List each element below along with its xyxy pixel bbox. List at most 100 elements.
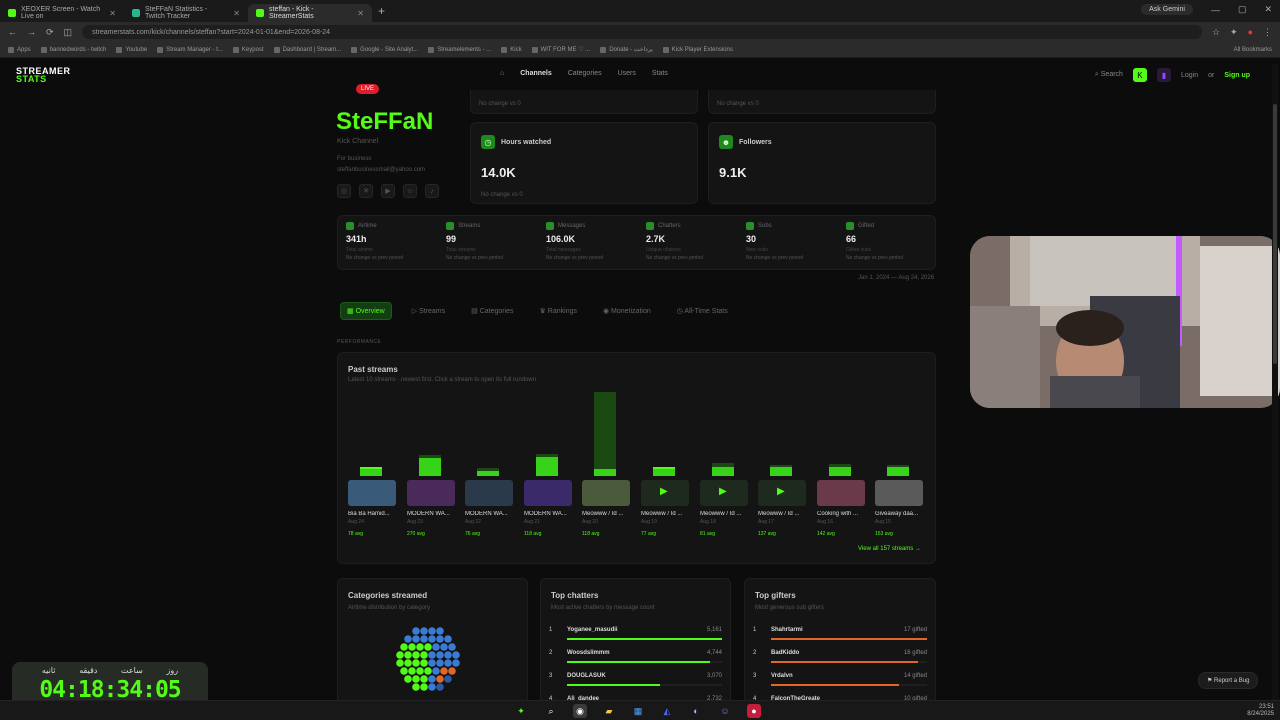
date-range[interactable]: Jan 1, 2024 — Aug 24, 2026 bbox=[858, 275, 934, 281]
bookmark-item[interactable]: Apps bbox=[8, 46, 31, 53]
list-item[interactable]: 2 BadKiddo 16 gifted bbox=[745, 650, 935, 673]
stream-bar[interactable] bbox=[712, 463, 734, 476]
browser-tab-1[interactable]: SteFFaN Statistics - Twitch Tracker ✕ bbox=[124, 4, 248, 22]
category-bubble[interactable] bbox=[404, 635, 412, 643]
category-bubble[interactable] bbox=[440, 667, 448, 675]
category-bubble[interactable] bbox=[396, 651, 404, 659]
category-bubble[interactable] bbox=[428, 675, 436, 683]
category-bubble[interactable] bbox=[412, 651, 420, 659]
forward-icon[interactable]: → bbox=[27, 27, 36, 37]
kick-platform-toggle-icon[interactable]: K bbox=[1132, 68, 1147, 82]
category-bubble[interactable] bbox=[424, 643, 432, 651]
category-bubble[interactable] bbox=[416, 643, 424, 651]
category-bubble[interactable] bbox=[400, 667, 408, 675]
split-view-icon[interactable]: ◫ bbox=[64, 27, 73, 38]
category-bubble[interactable] bbox=[408, 667, 416, 675]
discord-taskbar-icon[interactable]: ☺ bbox=[718, 704, 732, 718]
youtube-icon[interactable]: ▶ bbox=[381, 184, 395, 198]
reload-icon[interactable]: ⟳ bbox=[46, 27, 54, 38]
list-item[interactable]: 3 Vrdalvn 14 gifted bbox=[745, 673, 935, 696]
menu-icon[interactable]: ⋮ bbox=[1263, 27, 1272, 38]
category-bubble[interactable] bbox=[436, 627, 444, 635]
category-bubble[interactable] bbox=[420, 659, 428, 667]
streamerstats-logo[interactable]: STREAMER STATS bbox=[16, 67, 71, 84]
maximize-icon[interactable]: ▢ bbox=[1238, 4, 1247, 15]
tab-monetization[interactable]: ◉ Monetization bbox=[597, 303, 657, 319]
category-bubble[interactable] bbox=[436, 635, 444, 643]
category-bubble[interactable] bbox=[448, 667, 456, 675]
taskbar-search-icon[interactable]: ⌕ bbox=[544, 704, 558, 718]
twitch-platform-toggle-icon[interactable]: ▮ bbox=[1156, 68, 1171, 82]
bookmark-star-icon[interactable]: ☆ bbox=[1212, 27, 1220, 38]
file-explorer-icon[interactable]: ▰ bbox=[602, 704, 616, 718]
obs-icon[interactable]: ● bbox=[747, 704, 761, 718]
stream-bar[interactable] bbox=[536, 454, 558, 476]
category-bubble[interactable] bbox=[404, 651, 412, 659]
close-tab-icon[interactable]: ✕ bbox=[109, 9, 116, 18]
stream-bar[interactable] bbox=[360, 467, 382, 476]
category-bubble[interactable] bbox=[408, 643, 416, 651]
stream-thumbnail-item[interactable]: MODERN WA... Aug 22 76 avg bbox=[465, 480, 515, 537]
signup-link[interactable]: Sign up bbox=[1224, 72, 1250, 79]
stream-bar[interactable] bbox=[653, 467, 675, 476]
nav-categories[interactable]: Categories bbox=[568, 70, 602, 77]
category-bubble[interactable] bbox=[412, 635, 420, 643]
stream-bar[interactable] bbox=[829, 464, 851, 476]
close-tab-icon[interactable]: ✕ bbox=[233, 9, 240, 18]
category-bubble[interactable] bbox=[404, 659, 412, 667]
discord-icon[interactable]: ☺ bbox=[403, 184, 417, 198]
bookmark-item[interactable]: Donate - پرداخت bbox=[600, 46, 653, 53]
stream-bar[interactable] bbox=[594, 392, 616, 476]
category-bubble[interactable] bbox=[448, 643, 456, 651]
search-button[interactable]: ⌕ Search bbox=[1095, 71, 1123, 79]
browser-tab-2[interactable]: steffan - Kick - StreamerStats ✕ bbox=[248, 4, 372, 22]
stream-thumbnail-item[interactable]: MODERN WA... Aug 23 270 avg bbox=[407, 480, 457, 537]
start-icon[interactable]: ✦ bbox=[514, 704, 528, 718]
category-bubble[interactable] bbox=[440, 643, 448, 651]
bookmark-item[interactable]: Keypost bbox=[232, 46, 264, 53]
category-bubble[interactable] bbox=[444, 635, 452, 643]
app-icon[interactable]: ◭ bbox=[660, 704, 674, 718]
stream-thumbnail-item[interactable]: Giveaway daa... Aug 15 153 avg bbox=[875, 480, 925, 537]
category-bubble[interactable] bbox=[452, 659, 460, 667]
stream-thumbnail-item[interactable]: Meowww / Id ... Aug 20 118 avg bbox=[582, 480, 632, 537]
stream-thumbnail-item[interactable]: Cooking with ... Aug 16 142 avg bbox=[817, 480, 867, 537]
ask-gemini-button[interactable]: Ask Gemini bbox=[1141, 4, 1193, 15]
list-item[interactable]: 2 Woosdslimmm 4,744 bbox=[541, 650, 730, 673]
list-item[interactable]: 1 Yoganee_masudii 5,161 bbox=[541, 627, 730, 650]
bookmark-item[interactable]: Youtube bbox=[116, 46, 147, 53]
report-bug-button[interactable]: ⚑ Report a Bug bbox=[1198, 672, 1259, 689]
category-bubble[interactable] bbox=[420, 635, 428, 643]
instagram-icon[interactable]: ◎ bbox=[337, 184, 351, 198]
category-bubble[interactable] bbox=[404, 675, 412, 683]
category-bubble[interactable] bbox=[444, 651, 452, 659]
tab-categories[interactable]: ▤ Categories bbox=[465, 303, 519, 319]
category-bubble[interactable] bbox=[428, 683, 436, 691]
nav-channels[interactable]: Channels bbox=[520, 70, 552, 77]
app-icon[interactable]: ▦ bbox=[631, 704, 645, 718]
business-email[interactable]: steffanbusinessmail@yahoo.com bbox=[337, 165, 425, 176]
view-all-streams-link[interactable]: View all 157 streams → bbox=[858, 546, 921, 552]
home-icon[interactable]: ⌂ bbox=[500, 70, 504, 77]
category-bubble[interactable] bbox=[424, 667, 432, 675]
category-bubble[interactable] bbox=[436, 675, 444, 683]
category-bubble[interactable] bbox=[444, 659, 452, 667]
extensions-icon[interactable]: ✦ bbox=[1230, 27, 1238, 38]
category-bubble[interactable] bbox=[428, 627, 436, 635]
category-bubble[interactable] bbox=[432, 667, 440, 675]
login-link[interactable]: Login bbox=[1181, 72, 1198, 79]
system-clock[interactable]: 23:51 8/24/2025 bbox=[1247, 704, 1274, 718]
steam-icon[interactable]: ◐ bbox=[689, 704, 703, 718]
category-bubble[interactable] bbox=[432, 643, 440, 651]
stream-thumbnail-item[interactable]: ▶ Meowww / Id ... Aug 18 81 avg bbox=[700, 480, 750, 537]
tab-all-time-stats[interactable]: ◷ All-Time Stats bbox=[671, 303, 734, 319]
tab-streams[interactable]: ▷ Streams bbox=[406, 303, 451, 319]
list-item[interactable]: 3 DOUGLASUK 3,070 bbox=[541, 673, 730, 696]
category-bubble[interactable] bbox=[412, 675, 420, 683]
bookmark-item[interactable]: Stream Manager - t... bbox=[157, 46, 223, 53]
category-bubble[interactable] bbox=[420, 627, 428, 635]
bookmark-item[interactable]: Dashboard | Stream... bbox=[273, 46, 341, 53]
bookmark-item[interactable]: Google - Site Analyt... bbox=[351, 46, 418, 53]
bookmark-item[interactable]: bannedwords - twitch bbox=[40, 46, 106, 53]
stream-thumbnail-item[interactable]: ▶ Meowww / Id ... Aug 17 137 avg bbox=[758, 480, 808, 537]
